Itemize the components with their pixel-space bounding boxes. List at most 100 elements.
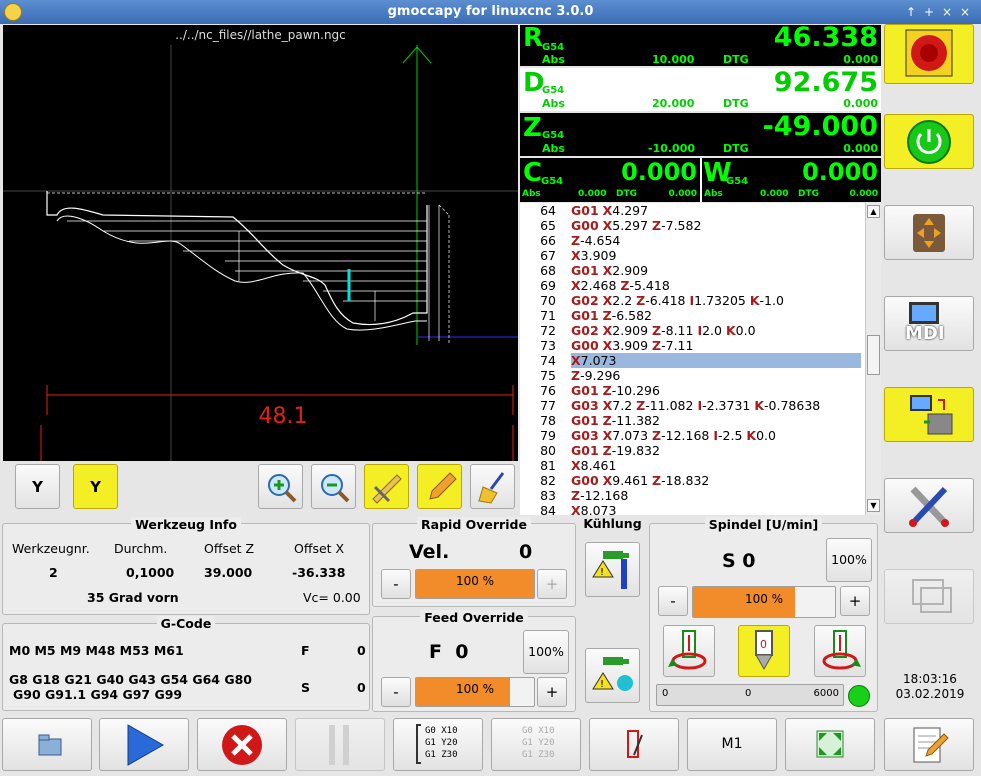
run-from-line-button[interactable]: G0 X10 G1 Y20 G1 Z30 [491,718,581,771]
gcode-line-number: 76 [540,383,556,398]
gcode-word: X [602,263,613,278]
manual-mode-button[interactable] [884,205,974,260]
gcode-line-selected[interactable]: 74 X7.073 [520,353,865,368]
dro-d-coord: G54 [542,85,565,96]
run-button[interactable] [99,718,189,771]
toolpath-preview[interactable]: ../../nc_files//lathe_pawn.ngc 48.1 [3,25,518,461]
mist-coolant-icon: ! [591,657,633,691]
gcode-line[interactable]: 81 X8.461 [520,458,865,473]
gcode-line[interactable]: 71 G01 Z-6.582 [520,308,865,323]
mist-button[interactable]: ! [585,648,640,703]
gcode-line[interactable]: 67 X3.909 [520,248,865,263]
feed-plus-button[interactable]: + [537,677,567,707]
feed-override-bar[interactable]: 100 % [415,677,535,707]
active-gcodes-1: G8 G18 G21 G40 G43 G54 G64 G80 [9,672,253,687]
maximize-button[interactable]: + [922,4,936,20]
view-y2-button[interactable]: Y [73,464,118,509]
gcode-word: X [571,503,581,515]
gcode-line[interactable]: 77 G03 X7.2 Z-11.082 I-2.3731 K-0.78638 [520,398,865,413]
settings-button[interactable] [884,478,974,533]
gcode-line[interactable]: 70 G02 X2.2 Z-6.418 I1.73205 K-1.0 [520,293,865,308]
show-dimensions-button[interactable] [364,464,409,509]
gcode-line[interactable]: 65 G00 X5.297 Z-7.582 [520,218,865,233]
gcode-line[interactable]: 64 G01 X4.297 [520,203,865,218]
gcode-word: K [749,293,760,308]
gcode-line-text: Z-9.296 [571,368,620,383]
rapid-minus-button[interactable]: - [381,569,411,599]
pause-button[interactable] [295,718,385,771]
gcode-line[interactable]: 83 Z-12.168 [520,488,865,503]
scroll-thumb[interactable] [867,335,880,375]
mdi-mode-button[interactable]: MDI [884,296,974,351]
gcode-line[interactable]: 73 G00 X3.909 Z-7.11 [520,338,865,353]
dro-r[interactable]: R G54 Abs 10.000 DTG 46.338 0.000 [520,22,881,66]
gcode-line[interactable]: 79 G03 X7.073 Z-12.168 I-2.5 K0.0 [520,428,865,443]
gcode-line[interactable]: 84 X8.073 [520,503,865,515]
dro-z[interactable]: Z G54 Abs -10.000 DTG -49.000 0.000 [520,111,881,156]
clear-preview-button[interactable] [470,464,515,509]
gcode-value: 2.2 [612,293,637,308]
gcode-word: G01 [571,263,599,278]
gcode-scrollbar[interactable]: ▲ ▼ [865,203,881,515]
gcode-line[interactable]: 68 G01 X2.909 [520,263,865,278]
gcode-value: 8.461 [580,458,617,473]
gcode-line-text: X2.468 Z-5.418 [571,278,670,293]
dro-c[interactable]: C G54 Abs 0.000 DTG 0.000 0.000 [520,158,700,202]
gcode-line[interactable]: 72 G02 X2.909 Z-8.11 I2.0 K0.0 [520,323,865,338]
fullscreen-button[interactable] [785,718,875,771]
dro-c-dtg-value: 0.000 [668,189,697,199]
minimize-button[interactable]: × [940,4,954,20]
gcode-line[interactable]: 76 G01 Z-10.296 [520,383,865,398]
spindle-forward-button[interactable] [663,625,715,677]
clock-date: 03.02.2019 [895,687,965,701]
machine-on-button[interactable] [884,114,974,169]
gcode-line[interactable]: 82 G00 X9.461 Z-18.832 [520,473,865,488]
spindle-reset-button[interactable]: 100% [826,538,872,582]
spindle-stop-button[interactable]: 0 [738,625,790,677]
gcode-line[interactable]: 75 Z-9.296 [520,368,865,383]
edit-button[interactable] [417,464,462,509]
tool-diam-value: 0,1000 [126,565,175,580]
scroll-down-arrow[interactable]: ▼ [867,499,880,512]
auto-mode-button[interactable] [884,387,974,442]
spindle-minus-button[interactable]: - [658,586,688,616]
gcode-line[interactable]: 78 G01 Z-11.382 [520,413,865,428]
edit-file-button[interactable] [884,718,974,771]
gcode-value: -5.418 [629,278,670,293]
optional-stop-button[interactable]: M1 [687,718,777,771]
close-button[interactable]: × [958,4,972,20]
user-tabs-button[interactable] [884,569,974,624]
open-file-button[interactable] [2,718,92,771]
emergency-stop-icon [905,29,953,77]
estop-button[interactable] [884,24,974,84]
zoom-out-button[interactable] [311,464,356,509]
gcode-line[interactable]: 66 Z-4.654 [520,233,865,248]
step-button[interactable]: G0 X10 G1 Y20 G1 Z30 [393,718,483,771]
keep-above-button[interactable]: ↑ [904,4,918,20]
feed-reset-button[interactable]: 100% [523,630,569,674]
feed-minus-button[interactable]: - [381,677,411,707]
gcode-view[interactable]: 64 G01 X4.297 65 G00 X5.297 Z-7.582 66 Z-4.65… [520,203,865,515]
spindle-plus-button[interactable]: + [840,586,870,616]
dro-d[interactable]: D G54 Abs 20.000 DTG 92.675 0.000 [520,67,881,111]
broom-icon [477,472,504,504]
view-y-button[interactable]: Y [15,464,60,509]
optional-block-button[interactable] [589,718,679,771]
svg-text:0: 0 [760,638,767,651]
zoom-in-button[interactable] [258,464,303,509]
gcode-line[interactable]: 80 G01 Z-19.832 [520,443,865,458]
spindle-reverse-button[interactable] [814,625,866,677]
dro-r-abs-value: 10.000 [652,53,695,66]
cooling-title: Kühlung [583,516,642,531]
stop-button[interactable] [197,718,287,771]
tool-offz-header: Offset Z [204,541,255,556]
gcode-line-number: 71 [540,308,556,323]
flood-button[interactable]: ! [585,542,640,597]
rapid-override-bar[interactable]: 100 % [415,569,535,599]
gcode-line[interactable]: 69 X2.468 Z-5.418 [520,278,865,293]
rapid-plus-button[interactable]: + [537,569,567,599]
spindle-override-bar[interactable]: 100 % [692,586,836,618]
dro-w[interactable]: W G54 Abs 0.000 DTG 0.000 0.000 [702,158,881,202]
scroll-up-arrow[interactable]: ▲ [867,205,880,218]
gcode-value: 8.073 [580,503,617,515]
